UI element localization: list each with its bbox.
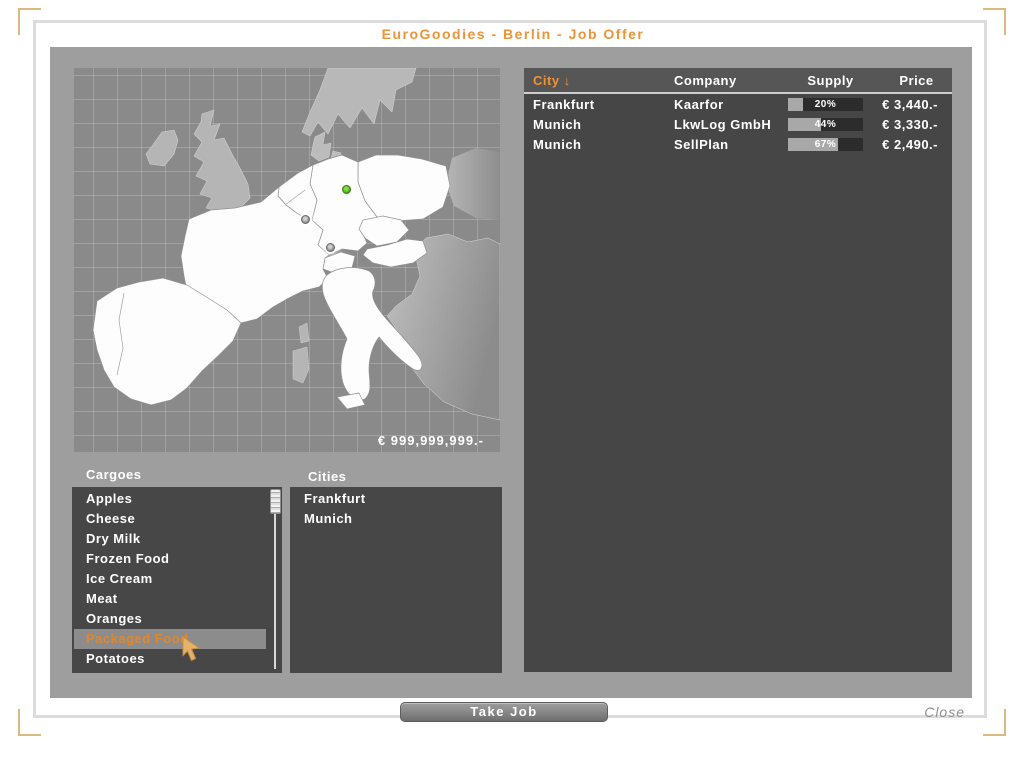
supply-bar: 20%	[788, 97, 863, 111]
cargo-items: Apples Cheese Dry Milk Frozen Food Ice Cream…	[72, 489, 282, 669]
cargo-list-item[interactable]: Cheese	[72, 509, 282, 529]
cell-price: € 3,330.-	[882, 116, 938, 132]
cell-price: € 2,490.-	[882, 136, 938, 152]
sort-arrow-icon: ↓	[563, 72, 571, 88]
cell-company: SellPlan	[674, 136, 729, 152]
supply-bar: 44%	[788, 117, 863, 131]
supply-bar: 67%	[788, 137, 863, 151]
column-header-city[interactable]: City ↓	[524, 73, 674, 88]
cargo-scrollbar-track[interactable]	[274, 491, 276, 669]
column-header-company[interactable]: Company	[674, 73, 786, 88]
cell-price: € 3,440.-	[882, 96, 938, 112]
column-header-supply[interactable]: Supply	[786, 73, 881, 88]
cities-listbox: Frankfurt Munich	[290, 487, 502, 673]
map-marker-berlin	[342, 185, 351, 194]
cargo-list-item[interactable]: Dry Milk	[72, 529, 282, 549]
map-country-ireland	[145, 129, 179, 167]
cell-city: Frankfurt	[533, 96, 595, 112]
map-country-scandinavia	[301, 68, 417, 137]
supply-percent-label: 67%	[814, 138, 837, 150]
cell-supply: 67%	[786, 137, 881, 151]
cargo-list-item[interactable]: Oranges	[72, 609, 282, 629]
cargo-list-item[interactable]: Meat	[72, 589, 282, 609]
close-button[interactable]: Close	[895, 704, 965, 720]
cell-city: Munich	[533, 116, 582, 132]
job-offer-screen: EuroGoodies - Berlin - Job Offer € 999,9…	[0, 0, 1024, 768]
map-island-sardinia	[292, 346, 310, 384]
table-row[interactable]: Munich SellPlan 67% € 2,490.-	[524, 134, 952, 154]
supply-percent-label: 44%	[814, 118, 837, 130]
cargo-list-item[interactable]: Potatoes	[72, 649, 282, 669]
cell-city: Munich	[533, 136, 582, 152]
cargo-scrollbar-thumb[interactable]	[270, 489, 281, 514]
cell-company: Kaarfor	[674, 96, 724, 112]
europe-map: € 999,999,999.-	[74, 68, 500, 452]
cargoes-label: Cargoes	[86, 467, 142, 482]
table-row[interactable]: Frankfurt Kaarfor 20% € 3,440.-	[524, 94, 952, 114]
map-country-great-britain	[193, 109, 251, 213]
map-country-denmark	[310, 131, 332, 162]
europe-map-svg	[92, 68, 500, 421]
city-list-item[interactable]: Munich	[290, 509, 502, 529]
cities-label: Cities	[308, 469, 347, 484]
cargo-list-item[interactable]: Frozen Food	[72, 549, 282, 569]
city-list-item[interactable]: Frankfurt	[290, 489, 502, 509]
cell-supply: 20%	[786, 97, 881, 111]
cargo-list-item[interactable]: Apples	[72, 489, 282, 509]
page-title: EuroGoodies - Berlin - Job Offer	[381, 26, 645, 42]
cargo-list-item[interactable]: Packaged Food	[74, 629, 266, 649]
cell-supply: 44%	[786, 117, 881, 131]
job-offer-table: City ↓ Company Supply Price Frankfurt Kaar…	[524, 68, 952, 672]
cargoes-listbox: Apples Cheese Dry Milk Frozen Food Ice Cream…	[72, 487, 282, 673]
map-country-baltics	[446, 148, 500, 220]
map-marker-frankfurt	[301, 215, 310, 224]
map-marker-munich	[326, 243, 335, 252]
take-job-button[interactable]: Take Job	[400, 702, 608, 722]
cargo-list-item[interactable]: Ice Cream	[72, 569, 282, 589]
column-header-price[interactable]: Price	[881, 73, 952, 88]
table-row[interactable]: Munich LkwLog GmbH 44% € 3,330.-	[524, 114, 952, 134]
player-money: € 999,999,999.-	[377, 433, 484, 448]
job-table-rows: Frankfurt Kaarfor 20% € 3,440.- Munich LkwLog…	[524, 94, 952, 154]
cell-company: LkwLog GmbH	[674, 116, 772, 132]
table-header-row: City ↓ Company Supply Price	[524, 68, 952, 94]
city-items: Frankfurt Munich	[290, 489, 502, 529]
supply-percent-label: 20%	[814, 98, 837, 110]
map-island-corsica	[298, 322, 310, 344]
